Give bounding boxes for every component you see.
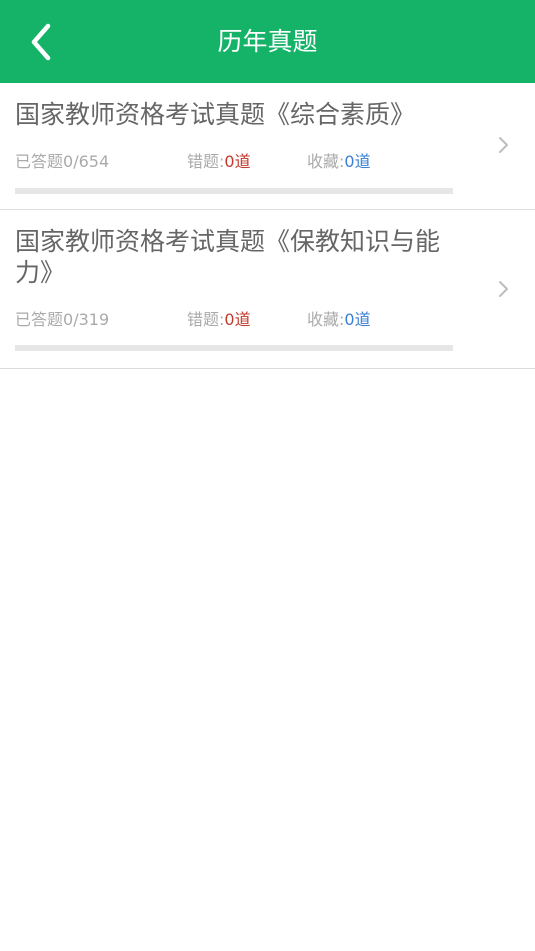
chevron-right-icon: [499, 281, 508, 297]
answered-count: 已答题0/654: [15, 152, 110, 171]
exam-list: 国家教师资格考试真题《综合素质》 已答题0/654 错题:0道 收藏:0道 国家…: [0, 83, 535, 369]
chevron-right-icon: [499, 137, 508, 153]
answered-count: 已答题0/319: [15, 310, 110, 329]
exam-item-comprehensive-quality[interactable]: 国家教师资格考试真题《综合素质》 已答题0/654 错题:0道 收藏:0道: [0, 83, 535, 210]
chevron-left-icon: [31, 23, 51, 61]
exam-item-title: 国家教师资格考试真题《综合素质》: [15, 100, 416, 129]
answered-progress-bar: [15, 188, 453, 194]
exam-item-stats: 已答题0/319 错题:0道 收藏:0道: [15, 309, 455, 331]
exam-item-stats: 已答题0/654 错题:0道 收藏:0道: [15, 151, 455, 173]
back-button[interactable]: [22, 20, 62, 64]
app-header: 历年真题: [0, 0, 535, 83]
exam-item-title: 国家教师资格考试真题《保教知识与能力》: [15, 227, 441, 287]
exam-item-education-knowledge[interactable]: 国家教师资格考试真题《保教知识与能力》 已答题0/319 错题:0道 收藏:0道: [0, 210, 535, 369]
wrong-count: 错题:0道: [187, 152, 251, 171]
wrong-count: 错题:0道: [187, 310, 251, 329]
favorite-count: 收藏:0道: [307, 152, 371, 171]
favorite-count: 收藏:0道: [307, 310, 371, 329]
page-title: 历年真题: [217, 27, 318, 56]
answered-progress-bar: [15, 345, 453, 351]
